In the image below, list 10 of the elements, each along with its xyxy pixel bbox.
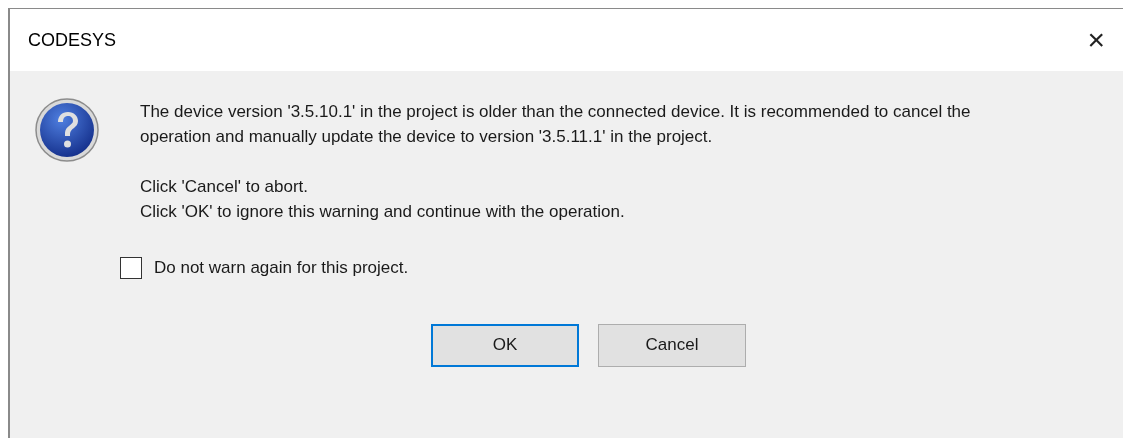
instruction-text: Click 'Cancel' to abort. <box>140 176 310 198</box>
checkbox[interactable] <box>120 256 142 279</box>
question-icon <box>35 98 99 162</box>
instruction-text: Click 'OK' to ignore this warning and continue with the operation. <box>140 201 626 223</box>
window-title: CODESYS <box>28 28 117 52</box>
close-button[interactable]: × <box>1079 25 1113 55</box>
warning-message: The device version '3.5.10.1' in the project is older than the connected device. It is recommended to cancel the operation and manually update the device to version '3.5.11.1' in the project. <box>140 101 972 148</box>
dialog-button[interactable]: Cancel <box>598 323 746 367</box>
checkbox-label: Do not warn again for this project. <box>154 257 409 279</box>
dialog-button[interactable]: OK <box>431 323 579 367</box>
